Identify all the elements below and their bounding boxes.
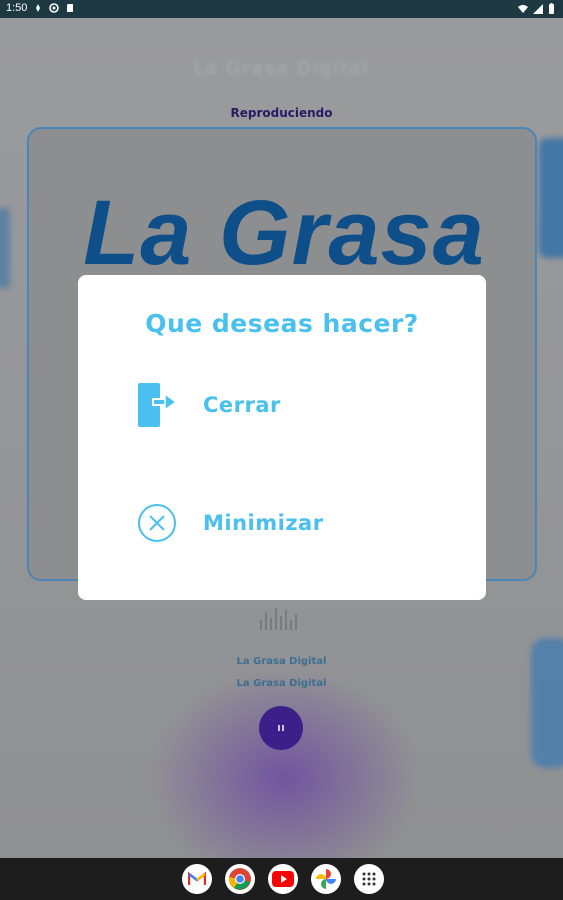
exit-door-icon	[136, 381, 178, 429]
station-logo: La Grasa	[83, 182, 485, 284]
header-title: La Grasa Digital	[193, 58, 370, 79]
background-glow	[150, 668, 420, 888]
status-bar: 1:50	[0, 0, 563, 18]
gmail-icon[interactable]	[182, 864, 212, 894]
status-time: 1:50	[6, 2, 28, 14]
minimize-option[interactable]: Minimizar	[136, 497, 456, 549]
close-app-label: Cerrar	[203, 393, 281, 417]
close-circle-icon	[136, 499, 178, 547]
signal-icon	[533, 3, 543, 14]
photos-icon[interactable]	[311, 864, 341, 894]
minimize-label: Minimizar	[203, 511, 324, 535]
vpn-icon	[49, 3, 60, 13]
dialog-title: Que deseas hacer?	[145, 309, 419, 338]
close-app-option[interactable]: Cerrar	[136, 379, 456, 431]
data-saver-icon	[36, 4, 41, 12]
taskbar-dock	[0, 858, 563, 900]
pause-button[interactable]	[259, 706, 303, 750]
audio-visualizer-icon	[260, 608, 297, 630]
wifi-icon	[518, 4, 528, 13]
app-drawer-icon[interactable]	[354, 864, 384, 894]
sd-card-icon	[67, 4, 74, 12]
battery-icon	[549, 3, 554, 14]
pause-icon	[278, 725, 284, 731]
youtube-icon[interactable]	[268, 864, 298, 894]
background-decoration	[0, 208, 10, 288]
background-decoration	[539, 138, 563, 258]
station-name: La Grasa Digital	[236, 656, 327, 667]
station-subtitle: La Grasa Digital	[236, 678, 327, 689]
exit-dialog: Que deseas hacer? Cerrar Minimizar	[78, 275, 486, 600]
chrome-icon[interactable]	[225, 864, 255, 894]
now-playing-label: Reproduciendo	[230, 106, 333, 120]
